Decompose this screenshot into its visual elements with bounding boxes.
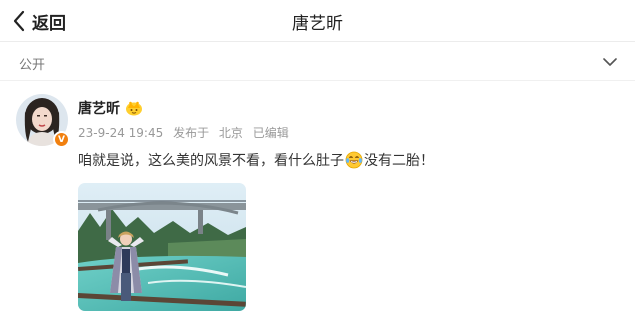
author-row: 唐艺昕	[78, 98, 143, 118]
post-photo[interactable]	[78, 183, 246, 311]
post-text-part-1: 咱就是说，这么美的风景不看，看什么肚子	[78, 153, 344, 169]
edited-label[interactable]: 已编辑	[253, 126, 289, 140]
page-title: 唐艺昕	[292, 14, 343, 34]
post-location: 北京	[218, 126, 243, 140]
crown-icon	[126, 101, 142, 116]
verified-badge-icon: V	[53, 131, 70, 148]
chevron-down-icon	[603, 58, 617, 66]
location-prefix: 发布于	[173, 126, 210, 140]
visibility-filter[interactable]: 公开	[0, 43, 635, 81]
author-name[interactable]: 唐艺昕	[78, 98, 120, 118]
visibility-filter-label: 公开	[19, 58, 46, 73]
laughing-tears-emoji-icon	[345, 151, 363, 169]
post-text: 咱就是说，这么美的风景不看，看什么肚子 没有二胎！	[78, 150, 434, 170]
post-timestamp: 23-9-24 19:45	[78, 126, 164, 140]
post-card: V 唐艺昕 23-9-24 19:45 发布于 北京 已编辑 咱就是说，这么美的…	[0, 82, 635, 318]
post-meta: 23-9-24 19:45 发布于 北京 已编辑	[78, 124, 295, 141]
avatar[interactable]: V	[16, 94, 70, 148]
post-text-part-2: 没有二胎！	[364, 153, 434, 169]
top-nav-bar: 返回 唐艺昕	[0, 0, 635, 42]
post-photo-image	[78, 183, 246, 311]
